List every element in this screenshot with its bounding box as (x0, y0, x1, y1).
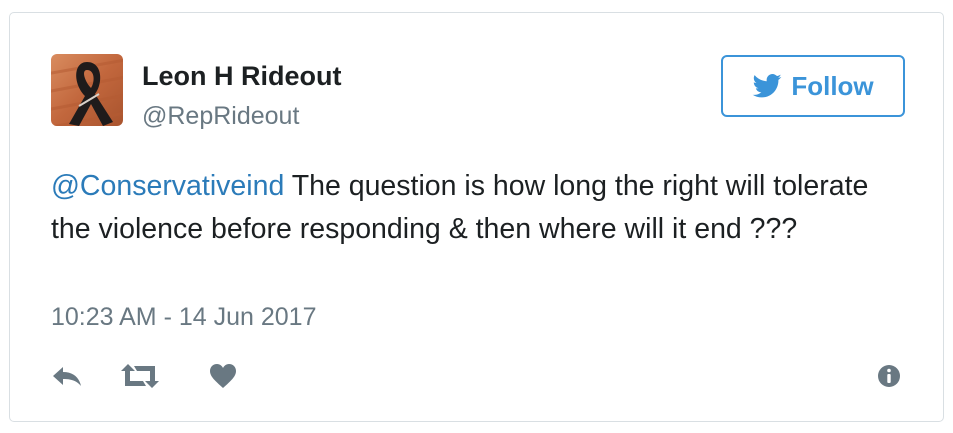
like-icon (210, 364, 236, 388)
tweet-text: @Conservativeind The question is how lon… (51, 165, 901, 251)
follow-button[interactable]: Follow (721, 55, 905, 117)
tweet-timestamp[interactable]: 10:23 AM - 14 Jun 2017 (51, 303, 316, 332)
retweet-button[interactable] (120, 362, 160, 390)
avatar[interactable] (51, 54, 123, 126)
info-icon (878, 365, 900, 387)
reply-button[interactable] (52, 362, 82, 390)
author-handle[interactable]: @RepRideout (142, 102, 299, 131)
awareness-ribbon-icon (51, 54, 123, 126)
like-button[interactable] (209, 362, 237, 390)
reply-icon (53, 367, 81, 386)
info-button[interactable] (877, 362, 901, 390)
follow-button-label: Follow (791, 70, 874, 101)
twitter-bird-icon (752, 74, 782, 98)
retweet-icon (121, 364, 159, 388)
author-display-name[interactable]: Leon H Rideout (142, 61, 341, 92)
tweet-mention-link[interactable]: @Conservativeind (51, 170, 284, 202)
tweet-card: Leon H Rideout @RepRideout Follow @Conse… (9, 12, 944, 422)
